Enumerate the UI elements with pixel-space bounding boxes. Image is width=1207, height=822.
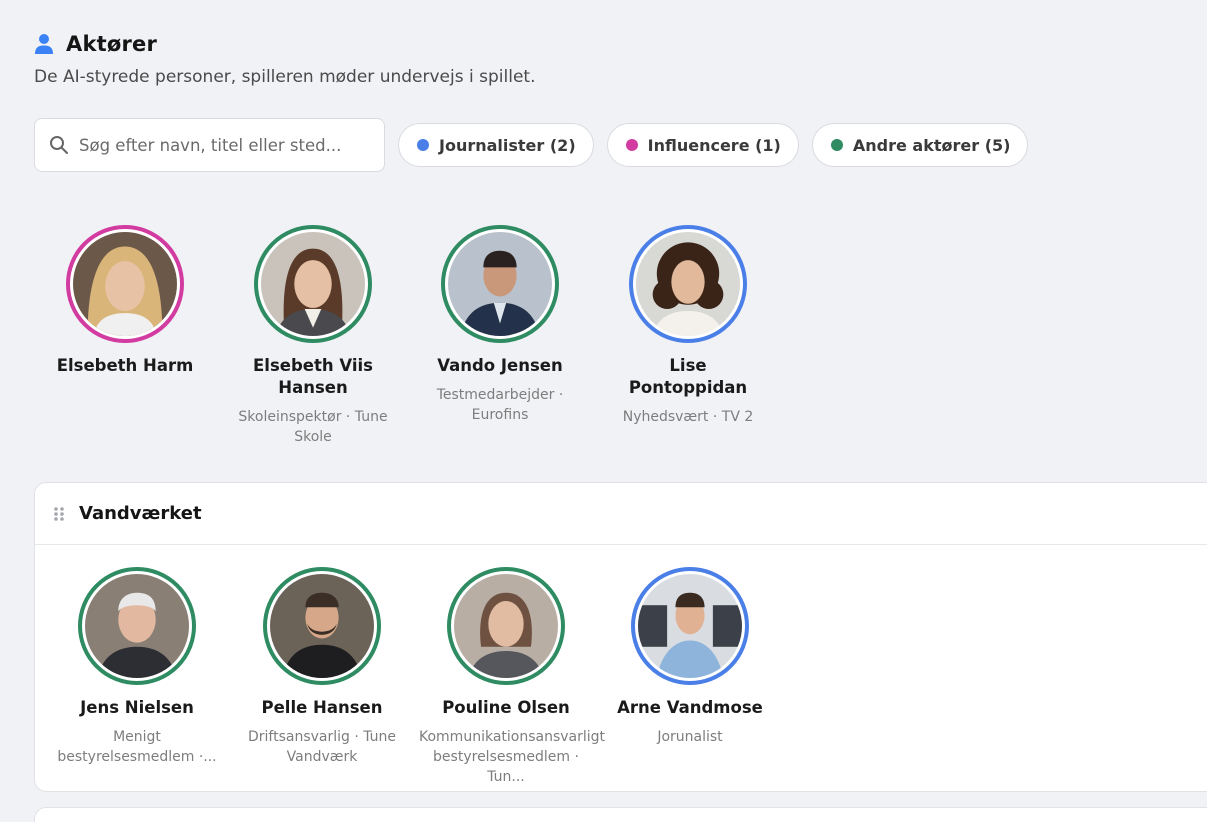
- search-icon: [50, 136, 68, 154]
- chip-label: Influencere (1): [647, 135, 781, 155]
- page-header: Aktører De AI-styrede personer, spillere…: [34, 28, 535, 87]
- person-card-pelle-hansen[interactable]: Pelle Hansen Driftsansvarlig · Tune Vand…: [227, 567, 417, 767]
- avatar[interactable]: [66, 225, 184, 343]
- portrait-woman-bob-icon: [454, 574, 558, 678]
- person-role: Jorunalist: [657, 729, 723, 745]
- person-role: Skoleinspektør · Tune Skole: [238, 409, 388, 445]
- person-card-jens-nielsen[interactable]: Jens Nielsen Menigt bestyrelsesmedlem ·.…: [42, 567, 232, 767]
- person-role: Driftsansvarlig · Tune Vandværk: [247, 729, 397, 765]
- avatar[interactable]: [629, 225, 747, 343]
- title-row: Aktører: [34, 28, 535, 60]
- person-role: Menigt bestyrelsesmedlem ·...: [57, 729, 217, 765]
- portrait-man-office-icon: [638, 574, 742, 678]
- person-card-pouline-olsen[interactable]: Pouline Olsen Kommunikationsansvarligt b…: [411, 567, 606, 787]
- group-title: Vandværket: [79, 503, 202, 524]
- portrait-man-beard-icon: [270, 574, 374, 678]
- person-name: Lise Pontoppidan: [628, 356, 748, 397]
- person-icon: [35, 34, 53, 54]
- filter-toolbar: Journalister (2) Influencere (1) Andre a…: [34, 118, 1029, 172]
- group-header: Vandværket: [35, 483, 1207, 545]
- chip-label: Andre aktører (5): [852, 135, 1011, 155]
- avatar[interactable]: [254, 225, 372, 343]
- avatar[interactable]: [263, 567, 381, 685]
- portrait-woman-blonde-icon: [73, 232, 177, 336]
- person-name: Elsebeth Harm: [56, 356, 194, 375]
- person-name: Pouline Olsen: [442, 698, 570, 717]
- person-role: Testmedarbejder · Eurofins: [436, 387, 564, 423]
- avatar[interactable]: [441, 225, 559, 343]
- avatar[interactable]: [447, 567, 565, 685]
- filter-chip-influencers[interactable]: Influencere (1): [606, 123, 799, 167]
- person-role: Kommunikationsansvarligt bestyrelsesmedl…: [419, 729, 606, 785]
- portrait-woman-brunette-icon: [261, 232, 365, 336]
- person-card-lise-pontoppidan[interactable]: Lise Pontoppidan Nyhedsvært · TV 2: [593, 225, 783, 427]
- influencer-dot-icon: [625, 139, 638, 151]
- other-actor-dot-icon: [830, 139, 843, 151]
- person-name: Pelle Hansen: [261, 698, 383, 717]
- avatar[interactable]: [78, 567, 196, 685]
- person-name: Arne Vandmose: [617, 698, 763, 717]
- person-name: Elsebeth Viis Hansen: [253, 356, 373, 397]
- person-role: Nyhedsvært · TV 2: [622, 409, 754, 425]
- avatar[interactable]: [631, 567, 749, 685]
- page-title: Aktører: [66, 32, 158, 56]
- person-card-elsebeth-harm[interactable]: Elsebeth Harm: [30, 225, 220, 377]
- search-box[interactable]: [34, 118, 385, 172]
- search-input[interactable]: [79, 135, 359, 155]
- person-name: Vando Jensen: [437, 356, 563, 375]
- drag-handle-icon[interactable]: [53, 506, 65, 522]
- person-card-arne-vandmose[interactable]: Arne Vandmose Jorunalist: [595, 567, 785, 747]
- person-name: Jens Nielsen: [80, 698, 194, 717]
- portrait-woman-curly-icon: [636, 232, 740, 336]
- filter-chip-other-actors[interactable]: Andre aktører (5): [811, 123, 1029, 167]
- filter-chip-journalists[interactable]: Journalister (2): [398, 123, 594, 167]
- chip-label: Journalister (2): [439, 135, 576, 155]
- group-card-next: [34, 807, 1207, 822]
- journalist-dot-icon: [417, 139, 429, 151]
- page-subtitle: De AI-styrede personer, spilleren møder …: [34, 67, 536, 87]
- person-card-elsebeth-viis-hansen[interactable]: Elsebeth Viis Hansen Skoleinspektør · Tu…: [218, 225, 408, 447]
- portrait-elderly-man-icon: [85, 574, 189, 678]
- portrait-man-suit-icon: [448, 232, 552, 336]
- person-card-vando-jensen[interactable]: Vando Jensen Testmedarbejder · Eurofins: [405, 225, 595, 425]
